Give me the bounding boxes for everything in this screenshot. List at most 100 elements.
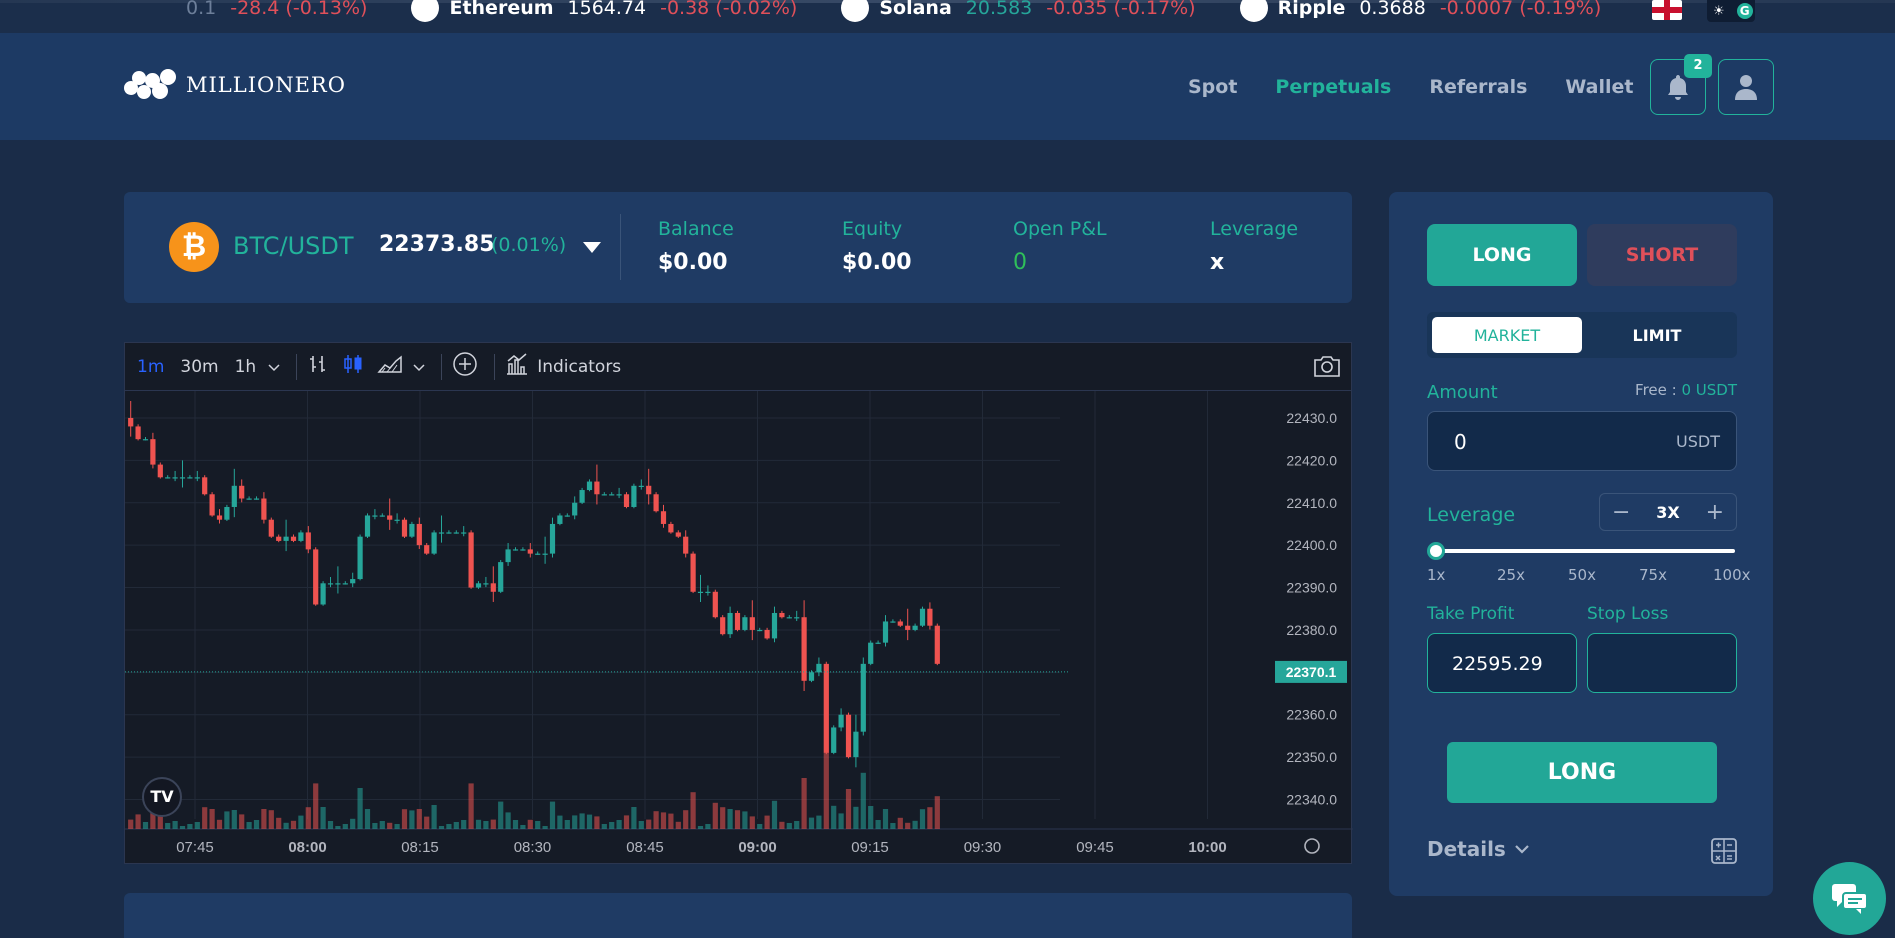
plus-icon[interactable]: + — [1706, 500, 1724, 525]
volume-bar — [868, 806, 874, 829]
chart-style-chevron-icon[interactable] — [413, 357, 425, 377]
short-side-button[interactable]: SHORT — [1587, 224, 1737, 286]
candle-body — [631, 485, 637, 507]
candle-body — [231, 485, 237, 507]
leverage-slider-handle[interactable] — [1427, 542, 1445, 560]
interval-1m-button[interactable]: 1m — [137, 357, 164, 377]
chart-plot-area[interactable]: 22430.0 22420.0 22410.0 22400.0 22390.0 22380… — [125, 391, 1353, 865]
candle-body — [742, 617, 748, 630]
indicators-icon[interactable] — [505, 352, 529, 381]
bitcoin-icon: ₿ — [169, 222, 219, 272]
candle-body — [557, 515, 563, 524]
y-tick-label: 22390.0 — [1286, 580, 1337, 596]
ticker-item[interactable]: Solana 20.583 -0.035 (-0.17%) — [841, 0, 1196, 22]
candle-body — [350, 579, 356, 584]
ripple-icon — [1239, 0, 1268, 22]
candle-body — [542, 553, 548, 555]
y-tick-label: 22380.0 — [1286, 622, 1337, 638]
volume-bar — [202, 807, 208, 829]
pair-change: (0.01%) — [491, 234, 567, 256]
compare-add-icon[interactable] — [452, 351, 478, 382]
volume-bar — [512, 820, 519, 829]
long-side-button[interactable]: LONG — [1427, 224, 1577, 286]
volume-bar — [446, 824, 452, 829]
camera-icon[interactable] — [1313, 354, 1341, 383]
order-panel: LONG SHORT MARKET LIMIT Amount Free : 0 … — [1389, 192, 1773, 896]
chat-button[interactable] — [1813, 862, 1886, 935]
details-toggle[interactable]: Details — [1427, 837, 1530, 861]
area-chart-style-icon[interactable] — [377, 354, 403, 379]
leverage-label: Leverage — [1427, 504, 1516, 526]
nav-spot[interactable]: Spot — [1188, 76, 1237, 98]
chevron-down-icon[interactable] — [268, 357, 280, 377]
amount-input[interactable]: 0 USDT — [1427, 411, 1737, 471]
chart-toolbar: 1m 30m 1h Indicators — [125, 343, 1351, 391]
stat-value: x — [1210, 250, 1225, 275]
leverage-value: 3X — [1656, 502, 1680, 522]
interval-1h-button[interactable]: 1h — [235, 357, 257, 377]
take-profit-label: Take Profit — [1427, 604, 1515, 624]
volume-bar — [535, 821, 541, 829]
stop-loss-input[interactable] — [1587, 633, 1737, 693]
volume-bar — [601, 824, 607, 829]
tradingview-logo[interactable]: TV — [142, 777, 182, 817]
volume-bar — [801, 778, 807, 829]
slider-tick: 75x — [1639, 566, 1667, 584]
nav-wallet[interactable]: Wallet — [1565, 76, 1633, 98]
volume-bar — [660, 812, 667, 829]
bar-chart-style-icon[interactable] — [307, 353, 329, 380]
candle-body — [786, 617, 792, 619]
ticker-item[interactable]: 0.1 -28.4 (-0.13%) — [186, 0, 367, 19]
pair-info-card: ₿ BTC/USDT 22373.85 (0.01%) Balance $0.0… — [124, 192, 1352, 303]
volume-bar — [757, 824, 763, 829]
volume-bar — [253, 820, 260, 829]
stat-value: 0 — [1013, 250, 1027, 275]
slider-tick: 25x — [1497, 566, 1525, 584]
solana-icon — [841, 0, 870, 22]
candle-body — [216, 515, 223, 520]
nav-referrals[interactable]: Referrals — [1429, 76, 1527, 98]
volume-bar — [823, 752, 829, 829]
submit-long-button[interactable]: LONG — [1447, 742, 1717, 803]
market-tab[interactable]: MARKET — [1432, 317, 1582, 353]
candle-body — [646, 485, 652, 495]
candle-body — [845, 714, 852, 758]
candle-body — [379, 515, 385, 517]
ticker-name: Ethereum — [449, 0, 554, 19]
pair-dropdown-caret-icon[interactable] — [583, 242, 601, 253]
indicators-button[interactable]: Indicators — [537, 357, 621, 377]
candle-body — [416, 523, 422, 546]
leverage-stepper: − 3X + — [1599, 493, 1737, 531]
y-tick-label: 22350.0 — [1286, 749, 1337, 765]
minus-icon[interactable]: − — [1612, 500, 1630, 525]
candle-chart-style-icon[interactable] — [343, 353, 363, 380]
calculator-icon[interactable] — [1710, 837, 1738, 869]
candle-body — [505, 549, 511, 563]
volume-bar — [638, 821, 644, 829]
logo[interactable]: MILLIONERO — [124, 69, 346, 101]
interval-30m-button[interactable]: 30m — [180, 357, 218, 377]
candle-body — [905, 625, 911, 630]
stat-equity: Equity $0.00 — [842, 218, 912, 275]
theme-toggle[interactable]: ☀ G — [1707, 0, 1755, 22]
leverage-slider-track[interactable] — [1435, 549, 1735, 553]
x-tick-label: 07:45 — [176, 839, 214, 856]
logo-text: MILLIONERO — [186, 73, 346, 97]
nav-perpetuals[interactable]: Perpetuals — [1275, 76, 1391, 98]
pair-symbol[interactable]: BTC/USDT — [233, 232, 354, 260]
candle-body — [483, 583, 489, 585]
candle-body — [638, 485, 644, 487]
volume-bar — [934, 796, 940, 829]
candle-body — [623, 494, 630, 507]
candle-body — [327, 583, 334, 585]
language-flag-icon[interactable] — [1652, 0, 1682, 20]
ticker-item[interactable]: Ethereum 1564.74 -0.38 (-0.02%) — [411, 0, 797, 22]
take-profit-input[interactable]: 22595.29 — [1427, 633, 1577, 693]
limit-tab[interactable]: LIMIT — [1582, 317, 1732, 353]
volume-bar — [838, 813, 844, 829]
account-button[interactable] — [1718, 59, 1774, 115]
candle-body — [342, 583, 348, 585]
ticker-item[interactable]: Ripple 0.3688 -0.0007 (-0.19%) — [1239, 0, 1601, 22]
candle-body — [919, 608, 926, 626]
candle-body — [209, 494, 215, 516]
